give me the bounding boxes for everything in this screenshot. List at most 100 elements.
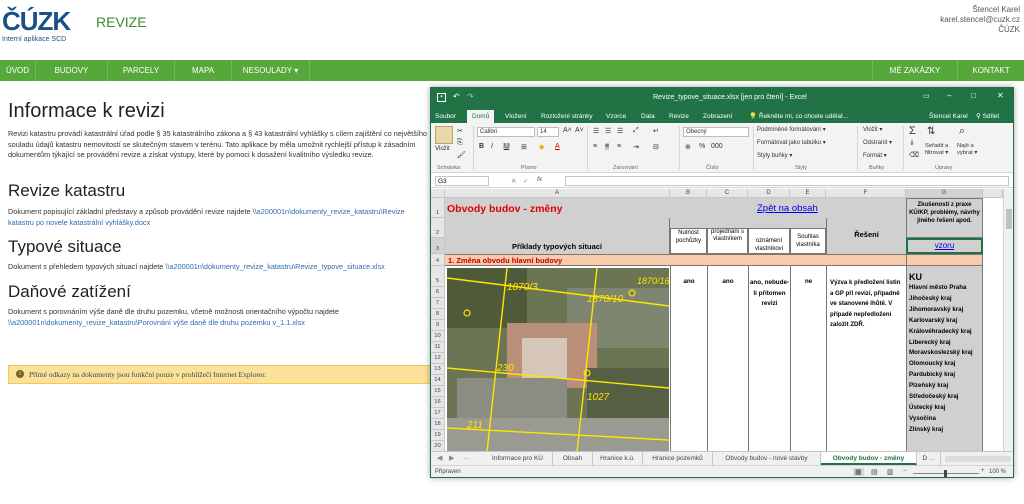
row-header-3[interactable]: 3 bbox=[431, 238, 445, 254]
column-header-e[interactable]: E bbox=[790, 189, 826, 198]
wrap-text-icon[interactable]: ↵ bbox=[653, 127, 659, 135]
row-header-16[interactable]: 16 bbox=[431, 397, 445, 408]
column-header-extra[interactable] bbox=[983, 189, 1003, 198]
row-header-4[interactable]: 4 bbox=[431, 254, 445, 266]
undo-icon[interactable]: ↶ bbox=[453, 92, 460, 101]
nav-budovy[interactable]: BUDOVY bbox=[36, 60, 108, 81]
font-name-select[interactable]: Calibri bbox=[477, 127, 535, 137]
page-layout-icon[interactable]: ▤ bbox=[871, 468, 878, 476]
row-header-11[interactable]: 11 bbox=[431, 342, 445, 353]
name-box[interactable]: G3 bbox=[435, 176, 489, 186]
sheet-tab-hranice-pozemku[interactable]: Hranice pozemků bbox=[643, 452, 713, 465]
column-header-a[interactable]: A bbox=[445, 189, 670, 198]
format-cells-button[interactable]: Formát ▾ bbox=[863, 152, 887, 159]
row-header-6[interactable]: 6 bbox=[431, 287, 445, 298]
zoom-in-icon[interactable]: + bbox=[981, 468, 985, 474]
app-title[interactable]: REVIZE bbox=[96, 14, 147, 30]
sheet-tab-zmeny-active[interactable]: Obvody budov - změny bbox=[821, 452, 917, 465]
currency-icon[interactable]: ⊕ bbox=[685, 143, 691, 151]
row-header-18[interactable]: 18 bbox=[431, 419, 445, 430]
dane-document-link[interactable]: \\a200001n\dokumenty_revize_katastru\Por… bbox=[8, 318, 305, 327]
autosum-icon[interactable]: Σ bbox=[909, 125, 916, 137]
delete-cells-button[interactable]: Odstranit ▾ bbox=[863, 139, 892, 146]
share-button[interactable]: ⚲ Sdílet bbox=[976, 110, 999, 123]
nav-kontakt[interactable]: KONTAKT bbox=[958, 60, 1024, 81]
paste-label[interactable]: Vložit bbox=[435, 146, 450, 152]
cuzk-logo[interactable]: ČÚZK bbox=[2, 6, 71, 37]
column-header-b[interactable]: B bbox=[670, 189, 707, 198]
align-top-icon[interactable]: ☰ bbox=[593, 127, 599, 135]
borders-icon[interactable]: ⊞ bbox=[521, 143, 527, 151]
row-header-15[interactable]: 15 bbox=[431, 386, 445, 397]
zoom-slider-thumb[interactable] bbox=[944, 470, 947, 477]
row-header-12[interactable]: 12 bbox=[431, 353, 445, 364]
zoom-slider[interactable] bbox=[913, 470, 979, 477]
sheet-tab-obsah[interactable]: Obsah bbox=[553, 452, 593, 465]
conditional-formatting-button[interactable]: Podmíněné formátování ▾ bbox=[757, 126, 826, 133]
tab-soubor[interactable]: Soubor bbox=[435, 110, 456, 123]
cell-d5[interactable]: ano, nebude-li přítomen revizi bbox=[748, 266, 790, 451]
more-sheets-icon[interactable]: … bbox=[463, 454, 470, 461]
align-center-icon[interactable]: ≡ bbox=[605, 143, 610, 150]
underline-icon[interactable]: U bbox=[503, 143, 511, 150]
align-middle-icon[interactable]: ☰ bbox=[605, 127, 611, 135]
paste-icon[interactable] bbox=[435, 126, 453, 144]
shrink-font-icon[interactable]: A˅ bbox=[575, 127, 584, 134]
back-to-contents-link[interactable]: Zpět na obsah bbox=[757, 203, 818, 214]
nav-parcely[interactable]: PARCELY bbox=[108, 60, 175, 81]
tab-revize[interactable]: Revize bbox=[669, 110, 689, 123]
column-header-g[interactable]: G bbox=[906, 189, 983, 198]
close-icon[interactable]: ✕ bbox=[997, 91, 1004, 100]
indent-icon[interactable]: ⇥ bbox=[633, 143, 639, 151]
format-as-table-button[interactable]: Formátovat jako tabulku ▾ bbox=[757, 139, 826, 146]
italic-icon[interactable]: I bbox=[491, 143, 493, 150]
row-header-17[interactable]: 17 bbox=[431, 408, 445, 419]
cell-f5[interactable]: Výzva k předložení listin a GP při reviz… bbox=[826, 266, 906, 451]
ribbon-display-icon[interactable]: ▭ bbox=[923, 92, 930, 100]
minimize-icon[interactable]: – bbox=[947, 91, 951, 100]
tab-domu[interactable]: Domů bbox=[467, 110, 495, 123]
sort-filter-icon[interactable]: ⇅ bbox=[927, 126, 935, 137]
clear-icon[interactable]: ⌫ bbox=[909, 151, 919, 159]
row-header-19[interactable]: 19 bbox=[431, 430, 445, 441]
align-left-icon[interactable]: ≡ bbox=[593, 143, 597, 150]
formula-input[interactable] bbox=[565, 176, 1009, 186]
nav-mapa[interactable]: MAPA bbox=[175, 60, 232, 81]
spreadsheet-grid[interactable]: A B C D E F G 1 2 3 4 5 6 7 8 9 10 11 12… bbox=[431, 189, 1013, 451]
zoom-level[interactable]: 100 % bbox=[989, 469, 1006, 475]
column-header-d[interactable]: D bbox=[748, 189, 790, 198]
tab-rozlozeni[interactable]: Rozložení stránky bbox=[541, 110, 593, 123]
number-format-select[interactable]: Obecný bbox=[683, 127, 749, 137]
cancel-entry-icon[interactable]: ✕ bbox=[511, 177, 516, 185]
excel-titlebar[interactable]: ▪ ↶ ↷ Revize_typove_situace.xlsx [jen pr… bbox=[431, 88, 1013, 108]
zoom-out-icon[interactable]: − bbox=[903, 468, 907, 474]
font-color-icon[interactable]: A bbox=[555, 143, 560, 150]
fx-icon[interactable]: fx bbox=[537, 176, 542, 183]
tab-data[interactable]: Data bbox=[641, 110, 655, 123]
maximize-icon[interactable]: □ bbox=[971, 91, 976, 100]
row-header-8[interactable]: 8 bbox=[431, 309, 445, 320]
sheet-tab-more[interactable]: D ... bbox=[917, 452, 941, 465]
merge-icon[interactable]: ⊟ bbox=[653, 143, 659, 151]
vzoru-link-selected-cell[interactable]: vzoru bbox=[906, 238, 983, 254]
sheet-tab-nove-stavby[interactable]: Obvody budov - nové stavby bbox=[713, 452, 821, 465]
nav-nesoulady-dropdown[interactable]: NESOULADY ▾ bbox=[232, 60, 310, 81]
excel-window[interactable]: ▪ ↶ ↷ Revize_typove_situace.xlsx [jen pr… bbox=[430, 87, 1014, 478]
tab-vzorce[interactable]: Vzorce bbox=[606, 110, 626, 123]
row-header-1[interactable]: 1 bbox=[431, 198, 445, 218]
page-break-icon[interactable]: ▥ bbox=[887, 468, 894, 476]
select-all-corner[interactable] bbox=[431, 189, 445, 198]
scrollbar-thumb[interactable] bbox=[1006, 209, 1012, 229]
copy-icon[interactable]: ⎘ bbox=[457, 139, 463, 147]
sheet-tab-informace[interactable]: Informace pro KÚ bbox=[483, 452, 553, 465]
row-header-14[interactable]: 14 bbox=[431, 375, 445, 386]
column-header-c[interactable]: C bbox=[707, 189, 748, 198]
tab-zobrazeni[interactable]: Zobrazení bbox=[703, 110, 732, 123]
row-header-20[interactable]: 20 bbox=[431, 441, 445, 451]
fill-icon[interactable]: ⇓ bbox=[909, 139, 915, 147]
save-icon[interactable]: ▪ bbox=[437, 93, 446, 102]
nav-uvod[interactable]: ÚVOD bbox=[0, 60, 36, 81]
row-header-13[interactable]: 13 bbox=[431, 364, 445, 375]
row-header-10[interactable]: 10 bbox=[431, 331, 445, 342]
normal-view-icon[interactable]: ▦ bbox=[853, 468, 864, 476]
